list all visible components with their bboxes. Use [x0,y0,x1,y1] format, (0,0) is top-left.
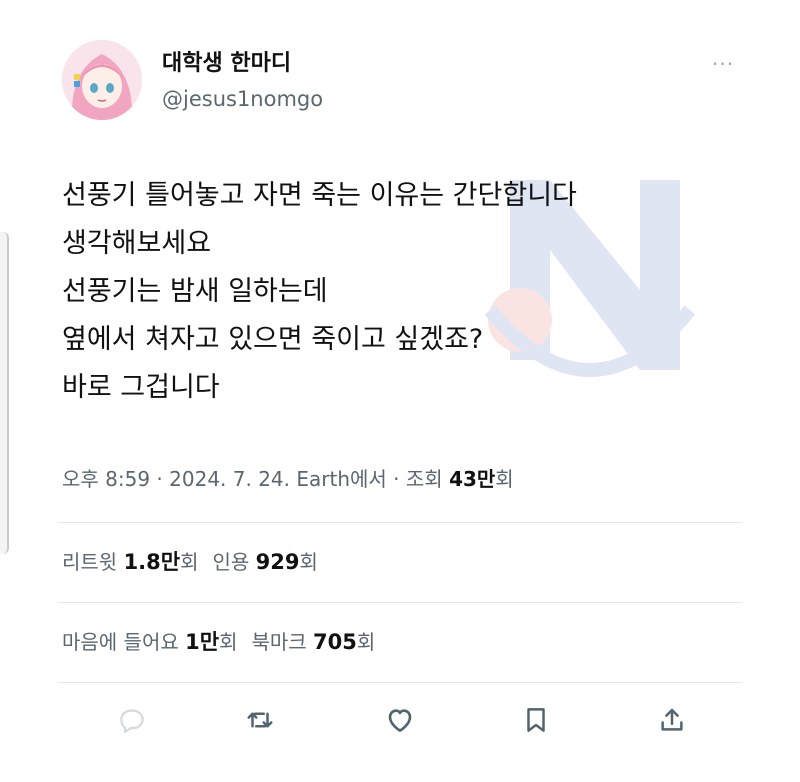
author-name[interactable]: 대학생 한마디 [162,45,291,77]
screen-edge [0,232,9,554]
likes-suffix: 회 [219,630,238,654]
tweet-line: 생각해보세요 [62,228,212,259]
like-button[interactable] [380,700,420,740]
tweet-source: Earth에서 [290,467,387,491]
stats-row-likes: 마음에 들어요 1만회 북마크 705회 [62,626,375,656]
divider [58,522,742,523]
retweet-button[interactable] [240,700,280,740]
tweet-meta: 오후 8:59 · 2024. 7. 24. Earth에서 · 조회 43만회 [62,463,514,492]
reply-button[interactable] [112,700,152,740]
tweet-text: 선풍기 틀어놓고 자면 죽는 이유는 간단합니다 생각해보세요 선풍기는 밤새 … [62,172,742,412]
retweets-suffix: 회 [180,550,199,574]
avatar-image [62,40,142,120]
retweets-count[interactable]: 1.8만 [124,550,181,574]
share-icon [661,708,683,731]
stats-row-reposts: 리트윗 1.8만회 인용 929회 [62,546,318,576]
views-suffix: 회 [495,467,514,491]
retweet-icon [247,712,273,728]
more-options-icon[interactable]: ··· [712,52,734,76]
tweet-line: 옆에서 쳐자고 있으면 죽이고 싶겠죠? [62,324,484,355]
author-handle[interactable]: @jesus1nomgo [162,87,323,111]
avatar[interactable] [62,40,142,120]
tweet-line: 선풍기는 밤새 일하는데 [62,276,328,307]
quotes-label: 인용 [212,550,256,574]
tweet-time[interactable]: 오후 8:59 [62,467,150,491]
divider [58,602,742,603]
heart-icon [388,709,412,732]
reply-icon [120,709,144,733]
likes-label: 마음에 들어요 [62,630,186,654]
tweet-date[interactable]: 2024. 7. 24. [169,467,290,491]
divider [58,682,742,683]
views-label: 조회 [405,467,450,491]
tweet-line: 바로 그겁니다 [62,372,220,403]
quotes-count[interactable]: 929 [256,550,300,574]
bookmarks-label: 북마크 [251,630,314,654]
meta-separator: · [386,467,406,491]
share-button[interactable] [652,700,692,740]
bookmarks-count[interactable]: 705 [313,630,357,654]
bookmarks-suffix: 회 [356,630,376,654]
tweet-line: 선풍기 틀어놓고 자면 죽는 이유는 간단합니다 [62,180,577,211]
quotes-suffix: 회 [299,550,318,574]
action-bar [0,700,800,750]
meta-separator: · [150,467,170,491]
retweets-label: 리트윗 [62,550,124,574]
views-count: 43만 [449,467,496,491]
bookmark-icon [527,708,545,732]
bookmark-button[interactable] [516,700,556,740]
likes-count[interactable]: 1만 [185,630,219,654]
